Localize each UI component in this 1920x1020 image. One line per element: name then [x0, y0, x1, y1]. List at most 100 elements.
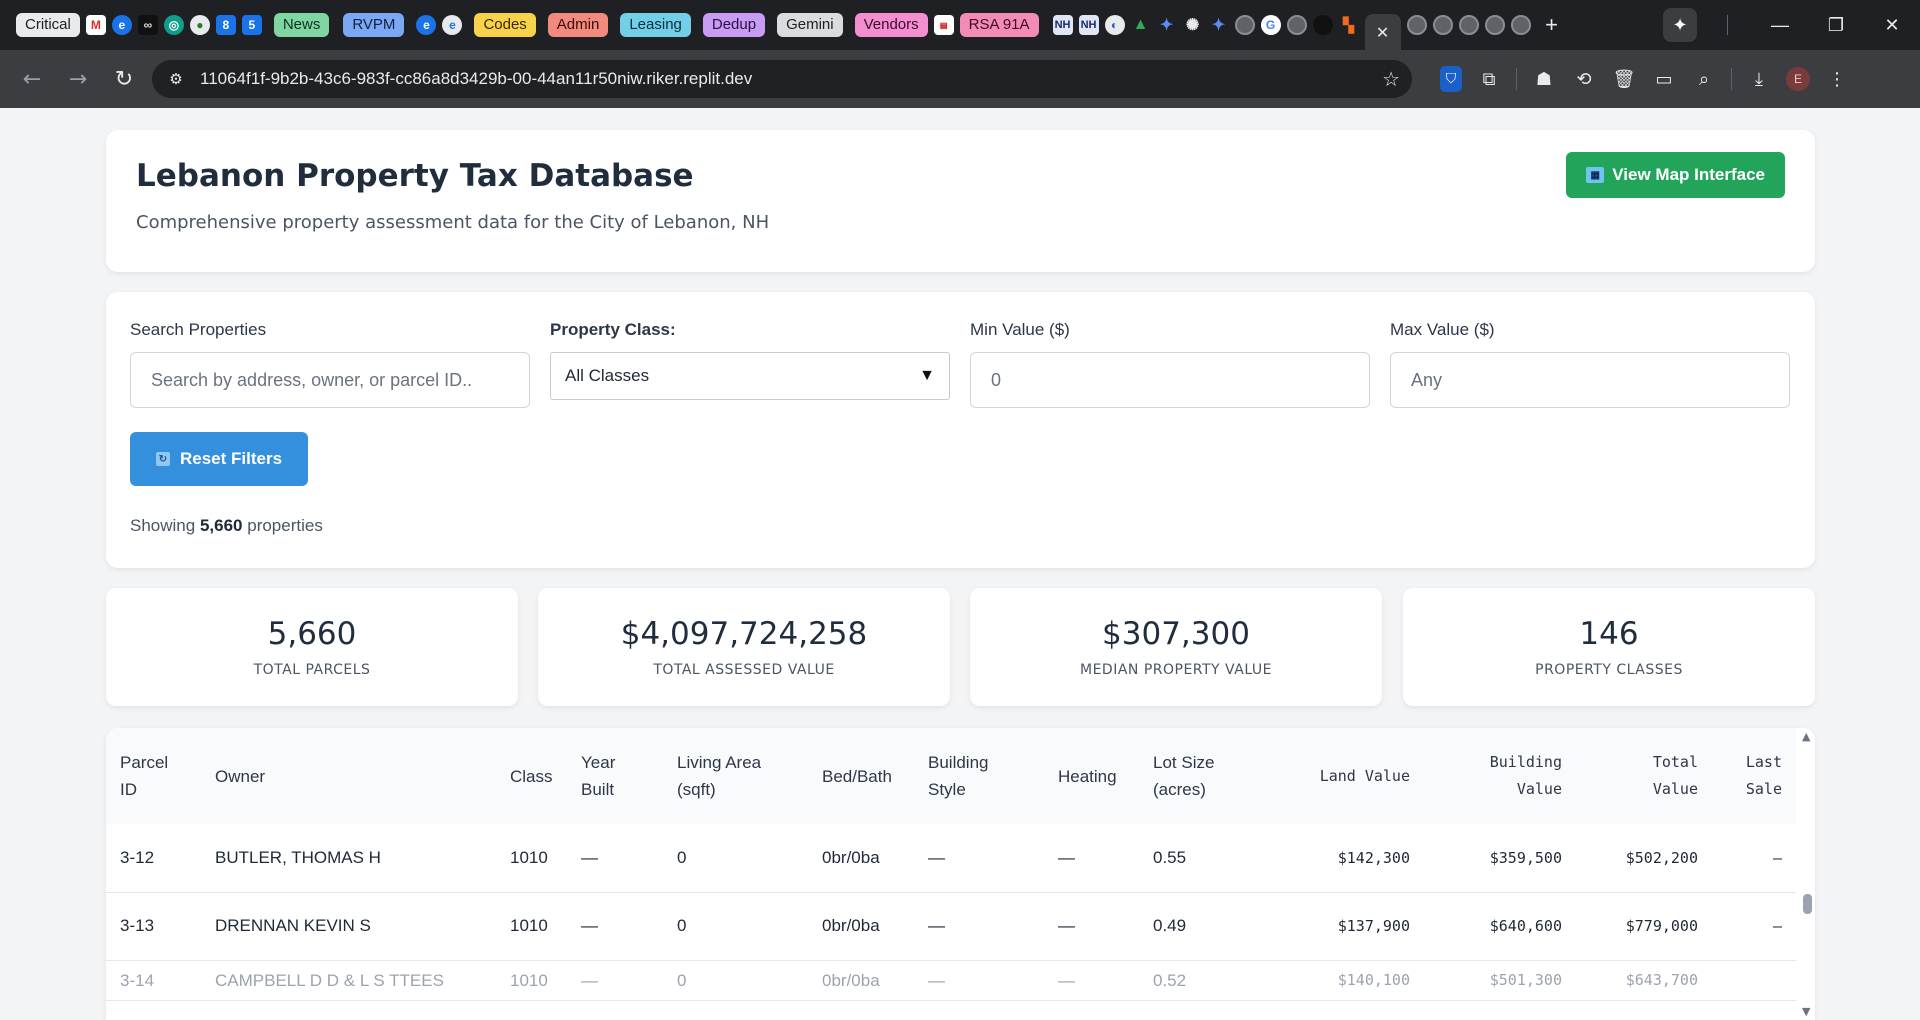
extension-bar: ⛉ ⧉ ☗ ⟲ 🗑 ▭ ⌕ ⤓ E ⋮ [1440, 66, 1850, 92]
property-class-select[interactable]: All Classes ▼ [550, 352, 950, 400]
tab-search-icon[interactable]: ⌕ [1691, 66, 1717, 92]
profile-avatar[interactable]: E [1786, 67, 1810, 91]
table-cell: $779,000 [1576, 892, 1712, 961]
column-header[interactable]: Total Value [1576, 728, 1712, 824]
column-header[interactable]: Owner [201, 728, 496, 824]
column-header-line1: Lot Size [1153, 753, 1215, 772]
reload-icon[interactable]: ↻ [106, 67, 142, 92]
scroll-down-arrow-icon[interactable]: ▼ [1802, 1005, 1810, 1018]
reset-filters-label: Reset Filters [180, 449, 283, 468]
bookmark-leasing[interactable]: Leasing [620, 13, 691, 37]
globe-icon-3[interactable] [1406, 15, 1427, 35]
scroll-thumb[interactable] [1803, 894, 1812, 914]
page-subtitle: Comprehensive property assessment data f… [136, 212, 770, 233]
extensions-puzzle-icon[interactable]: ⧉ [1476, 66, 1502, 92]
bookmark-codes[interactable]: Codes [474, 13, 536, 37]
scroll-up-arrow-icon[interactable]: ▲ [1802, 730, 1810, 743]
gemini-star-icon[interactable]: ✦ [1157, 15, 1177, 35]
url-text[interactable]: 11064f1f-9b2b-43c6-983f-cc86a8d3429b-00-… [200, 69, 1370, 89]
class-filter: Property Class: All Classes ▼ [550, 320, 950, 400]
view-map-button[interactable]: ▦ View Map Interface [1566, 152, 1785, 198]
history-icon[interactable]: ⟲ [1571, 66, 1597, 92]
column-header[interactable]: Building Style [914, 728, 1044, 824]
dashboard-icon[interactable]: ◎ [163, 15, 184, 35]
column-header[interactable]: Year Built [567, 728, 663, 824]
column-header[interactable]: Building Value [1424, 728, 1576, 824]
menu-kebab-icon[interactable]: ⋮ [1824, 66, 1850, 92]
restore-icon[interactable]: ❐ [1808, 0, 1864, 50]
orange-blocks-icon[interactable]: ▚ [1339, 15, 1359, 35]
globe-icon-5[interactable] [1458, 15, 1479, 35]
column-header[interactable]: Bed/Bath [808, 728, 914, 824]
bookmark-star-icon[interactable]: ☆ [1382, 67, 1400, 91]
active-tab-close-icon[interactable]: ✕ [1364, 14, 1401, 50]
table-row[interactable]: 3-12 BUTLER, THOMAS H 1010—0 0br/0ba — —0.55 $… [106, 824, 1796, 893]
new-tab-icon[interactable]: + [1537, 12, 1567, 38]
back-icon[interactable]: ← [14, 67, 50, 92]
num8-icon[interactable]: 8 [215, 15, 236, 35]
edge-icon-3[interactable]: e [442, 15, 463, 35]
globe-icon-2[interactable] [1286, 15, 1307, 35]
google-icon[interactable]: G [1260, 15, 1281, 35]
trash-icon[interactable]: 🗑 [1611, 66, 1637, 92]
table-cell: $502,200 [1576, 824, 1712, 893]
max-value-input[interactable]: Any [1390, 352, 1790, 408]
table-cell: — [914, 824, 1044, 893]
table-cell: 0br/0ba [808, 824, 914, 893]
showing-count: 5,660 [199, 516, 243, 535]
globe-icon-1[interactable] [1234, 15, 1255, 35]
rsa-doc-icon[interactable]: ▤ [933, 15, 954, 35]
column-header[interactable]: Class [496, 728, 567, 824]
column-header[interactable]: Living Area (sqft) [663, 728, 808, 824]
column-header[interactable]: Parcel ID [106, 728, 201, 824]
nh-icon-2[interactable]: NH [1078, 15, 1099, 35]
globe-icon-7[interactable] [1510, 15, 1531, 35]
card-icon[interactable]: ▭ [1651, 66, 1677, 92]
minimize-icon[interactable]: — [1752, 0, 1808, 50]
table-cell: 3-12 [106, 824, 201, 893]
bitwarden-extension-icon[interactable]: ⛉ [1440, 66, 1462, 92]
bookmark-dedup[interactable]: Dedup [702, 13, 766, 37]
edge-icon-2[interactable]: e [416, 15, 437, 35]
drive-icon[interactable]: ▲ [1131, 15, 1151, 35]
table-row[interactable]: 3-14 CAMPBELL D D & L S TTEES 1010—0 0br/0b… [106, 960, 1796, 1001]
chatgpt-icon[interactable]: ✺ [1183, 15, 1203, 35]
address-bar[interactable]: ⚙ 11064f1f-9b2b-43c6-983f-cc86a8d3429b-0… [152, 60, 1412, 98]
copilot-icon[interactable]: ∞ [137, 15, 158, 35]
column-header[interactable]: Land Value [1274, 728, 1424, 824]
bookmark-rsa-91a[interactable]: RSA 91A [959, 13, 1039, 37]
globe-icon-6[interactable] [1484, 15, 1505, 35]
column-header[interactable]: Heating [1044, 728, 1139, 824]
globe-icon-4[interactable] [1432, 15, 1453, 35]
table-cell: 1010 [496, 892, 567, 961]
bookmark-critical[interactable]: Critical [16, 13, 80, 37]
close-window-icon[interactable]: ✕ [1864, 0, 1920, 50]
bitwarden-icon[interactable]: ◐ [1104, 15, 1125, 35]
column-header[interactable]: Lot Size (acres) [1139, 728, 1274, 824]
min-value-input[interactable]: 0 [970, 352, 1370, 408]
table-scrollbar[interactable]: ▲ ▼ [1799, 728, 1815, 1020]
gmail-icon[interactable]: M [85, 15, 106, 35]
column-header[interactable]: Last Sale [1712, 728, 1796, 824]
bookmark-gemini[interactable]: Gemini [777, 13, 843, 37]
num5-icon[interactable]: 5 [241, 15, 262, 35]
gemini-sparkle-icon[interactable]: ✦ [1663, 8, 1697, 42]
dark-circle-icon[interactable] [1312, 15, 1333, 35]
gemini-star-icon-2[interactable]: ✦ [1209, 15, 1229, 35]
class-label: Property Class: [550, 320, 676, 339]
bookmark-admin[interactable]: Admin [547, 13, 609, 37]
nh-icon-1[interactable]: NH [1052, 15, 1073, 35]
table-row[interactable]: 3-13 DRENNAN KEVIN S 1010—0 0br/0ba — —0.49 $1… [106, 892, 1796, 961]
download-icon[interactable]: ⤓ [1746, 66, 1772, 92]
incognito-icon[interactable]: ☗ [1531, 66, 1557, 92]
bookmark-news[interactable]: News [273, 13, 330, 37]
forward-icon[interactable]: → [60, 67, 96, 92]
bookmark-vendors[interactable]: Vendors [854, 13, 928, 37]
reset-filters-button[interactable]: ↻ Reset Filters [130, 432, 309, 486]
search-input[interactable]: Search by address, owner, or parcel ID.. [130, 352, 530, 408]
edge-icon[interactable]: e [111, 15, 132, 35]
site-info-icon[interactable]: ⚙ [164, 70, 188, 88]
bookmark-rvpm[interactable]: RVPM [343, 13, 405, 37]
table-cell: — [1044, 960, 1139, 1001]
leaf-icon[interactable]: ● [189, 15, 210, 35]
